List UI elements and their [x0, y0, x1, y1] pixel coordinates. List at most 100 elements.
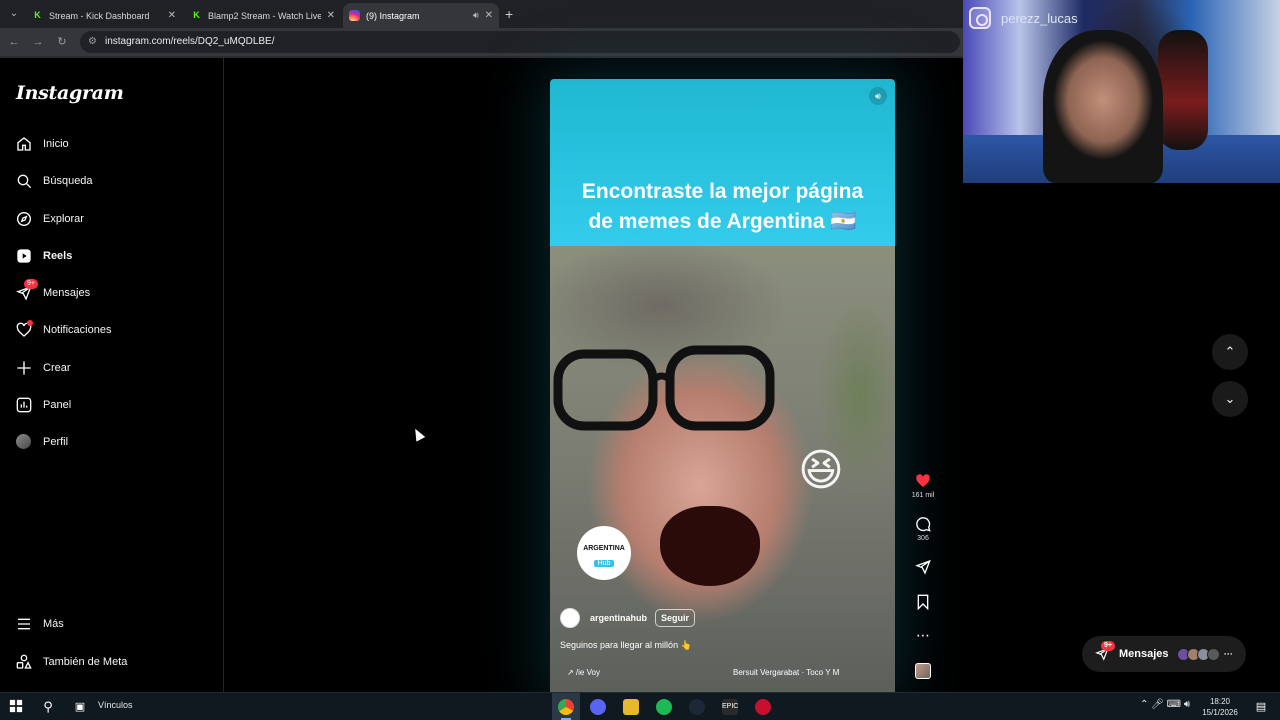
sidebar-item-label: Explorar — [43, 213, 84, 225]
reel-caption-line: Encontraste la mejor página — [581, 180, 864, 203]
follow-button[interactable]: Seguir — [655, 609, 696, 627]
reel-video[interactable]: Encontraste la mejor página de memes de … — [550, 79, 895, 692]
messages-label: Mensajes — [1119, 648, 1169, 660]
sidebar-item-tambien-de-meta[interactable]: También de Meta — [16, 651, 127, 673]
tab-title: (9) Instagram — [366, 10, 420, 21]
discord-icon[interactable] — [590, 699, 606, 715]
sidebar-item-mensajes[interactable]: 9+ Mensajes — [16, 279, 91, 304]
sidebar-item-mas[interactable]: Más — [16, 613, 64, 635]
spotify-icon[interactable] — [656, 699, 672, 715]
comment-icon — [916, 517, 931, 532]
tab-search-chevron-icon[interactable]: ⌄ — [6, 6, 22, 22]
sidebar-item-label: Búsqueda — [43, 175, 93, 187]
reel-description[interactable]: Seguinos para llegar al millón 👆 — [560, 640, 692, 651]
laughing-emoji: 😆 — [798, 446, 844, 495]
taskbar-links-label[interactable]: Vínculos — [98, 700, 133, 710]
address-bar[interactable]: ⚙︎ instagram.com/reels/DQ2_uMQDLBE/ — [80, 31, 960, 53]
save-button[interactable] — [908, 594, 938, 610]
file-explorer-icon[interactable] — [623, 699, 639, 715]
search-icon — [16, 173, 32, 189]
audio-thumbnail[interactable] — [915, 663, 931, 679]
meta-icon — [16, 654, 32, 670]
close-tab-icon[interactable]: ✕ — [168, 10, 176, 21]
sidebar-item-label: Crear — [43, 362, 71, 374]
sidebar-item-panel[interactable]: Panel — [16, 394, 71, 416]
system-tray-icons[interactable]: ⌃ 🎤︎ ⌨︎ 🔊︎ — [1140, 699, 1190, 710]
speaker-icon[interactable]: 🔊︎ — [473, 10, 479, 21]
heart-icon — [16, 320, 33, 338]
author-avatar[interactable] — [560, 608, 580, 628]
new-tab-button[interactable]: + — [505, 6, 513, 22]
reload-icon[interactable]: ↻ — [54, 34, 70, 50]
sidebar-item-notificaciones[interactable]: Notificaciones — [16, 319, 111, 341]
like-count: 161 mil — [911, 492, 935, 499]
avatar-icon — [16, 434, 32, 450]
sidebar-item-inicio[interactable]: Inicio — [16, 133, 69, 155]
browser-tab-instagram[interactable]: (9) Instagram 🔊︎ ✕ — [343, 3, 499, 28]
plus-icon — [16, 360, 32, 376]
instagram-icon — [969, 7, 991, 29]
mouse-cursor — [410, 426, 426, 442]
like-button[interactable]: 161 mil — [908, 473, 938, 499]
sidebar-item-label: Perfil — [43, 436, 69, 448]
sidebar-item-label: Mensajes — [43, 287, 91, 299]
reel-song-title[interactable]: Bersuit Vergarabat · Toco Y M — [733, 668, 839, 677]
author-username[interactable]: argentinahub — [590, 613, 647, 623]
sidebar-item-reels[interactable]: Reels — [16, 245, 72, 267]
volume-icon[interactable]: 🔊︎ — [869, 87, 887, 105]
epic-games-icon[interactable]: EPIC — [722, 699, 738, 715]
mouth-shape — [660, 506, 760, 586]
chrome-icon[interactable] — [558, 699, 574, 715]
forward-icon[interactable]: → — [30, 34, 46, 50]
browser-tab-kick-stream[interactable]: K Blamp2 Stream - Watch Live on Kick ✕ — [185, 3, 341, 28]
kick-icon: K — [193, 10, 200, 20]
screen: ⌄ K Stream - Kick Dashboard ✕ K Blamp2 S… — [0, 0, 1280, 720]
sidebar-item-label: Notificaciones — [43, 324, 112, 336]
chart-icon — [16, 397, 32, 413]
windows-start-icon[interactable] — [8, 699, 24, 715]
heart-filled-icon — [916, 474, 930, 487]
share-button[interactable] — [908, 559, 938, 575]
site-info-icon[interactable]: ⚙︎ — [88, 31, 97, 53]
windows-taskbar: ⚲ ▣ Vínculos EPIC ⌃ 🎤︎ ⌨︎ 🔊︎ 18:20 15/1/… — [0, 692, 1280, 720]
taskbar-clock[interactable]: 18:20 15/1/2026 — [1197, 696, 1243, 718]
hub-logo-line: Hub — [593, 560, 615, 567]
sidebar-item-label: Más — [43, 618, 64, 630]
webcam-overlay: perezz_lucas — [963, 0, 1280, 183]
taskbar-search-icon[interactable]: ⚲ — [40, 699, 56, 715]
sidebar-item-busqueda[interactable]: Búsqueda — [16, 170, 93, 192]
instagram-sidebar: Instagram Inicio Búsqueda Explorar Reels… — [0, 58, 224, 692]
instagram-icon — [349, 10, 360, 21]
messages-button[interactable]: 9+ Mensajes ⋯ — [1082, 636, 1246, 672]
close-tab-icon[interactable]: ✕ — [485, 10, 493, 21]
reel-caption: Encontraste la mejor página de memes de … — [550, 177, 895, 237]
notification-center-icon[interactable]: ▤ — [1253, 699, 1269, 715]
sidebar-item-perfil[interactable]: Perfil — [16, 431, 68, 453]
avatar — [1206, 647, 1220, 661]
previous-reel-button[interactable]: ⌃ — [1212, 334, 1248, 370]
message-avatars — [1176, 647, 1220, 661]
task-view-icon[interactable]: ▣ — [72, 699, 88, 715]
comment-count: 306 — [917, 535, 929, 542]
gaming-chair-shape — [1158, 30, 1208, 150]
next-reel-button[interactable]: ⌄ — [1212, 381, 1248, 417]
back-icon[interactable]: ← — [6, 34, 22, 50]
hub-logo-line: ARGENTINA — [583, 545, 625, 552]
app-icon[interactable] — [755, 699, 771, 715]
home-icon — [16, 136, 32, 152]
comment-button[interactable]: 306 — [908, 516, 938, 542]
instagram-logo[interactable]: Instagram — [16, 82, 124, 104]
more-options-icon[interactable]: ⋯ — [908, 628, 938, 642]
sidebar-item-explorar[interactable]: Explorar — [16, 208, 84, 230]
messenger-icon: 9+ — [16, 279, 38, 301]
sidebar-item-crear[interactable]: Crear — [16, 357, 71, 379]
reels-icon — [16, 248, 32, 264]
close-tab-icon[interactable]: ✕ — [327, 10, 335, 21]
reel-audio-link[interactable]: ↗ /ie Voy — [567, 668, 600, 677]
browser-tab-kick-dashboard[interactable]: K Stream - Kick Dashboard ✕ — [26, 3, 182, 28]
reel-caption-banner: Encontraste la mejor página de memes de … — [550, 79, 895, 246]
bookmark-icon — [917, 594, 929, 610]
steam-icon[interactable] — [689, 699, 705, 715]
compass-icon — [16, 211, 32, 227]
sidebar-item-label: Reels — [43, 250, 73, 262]
